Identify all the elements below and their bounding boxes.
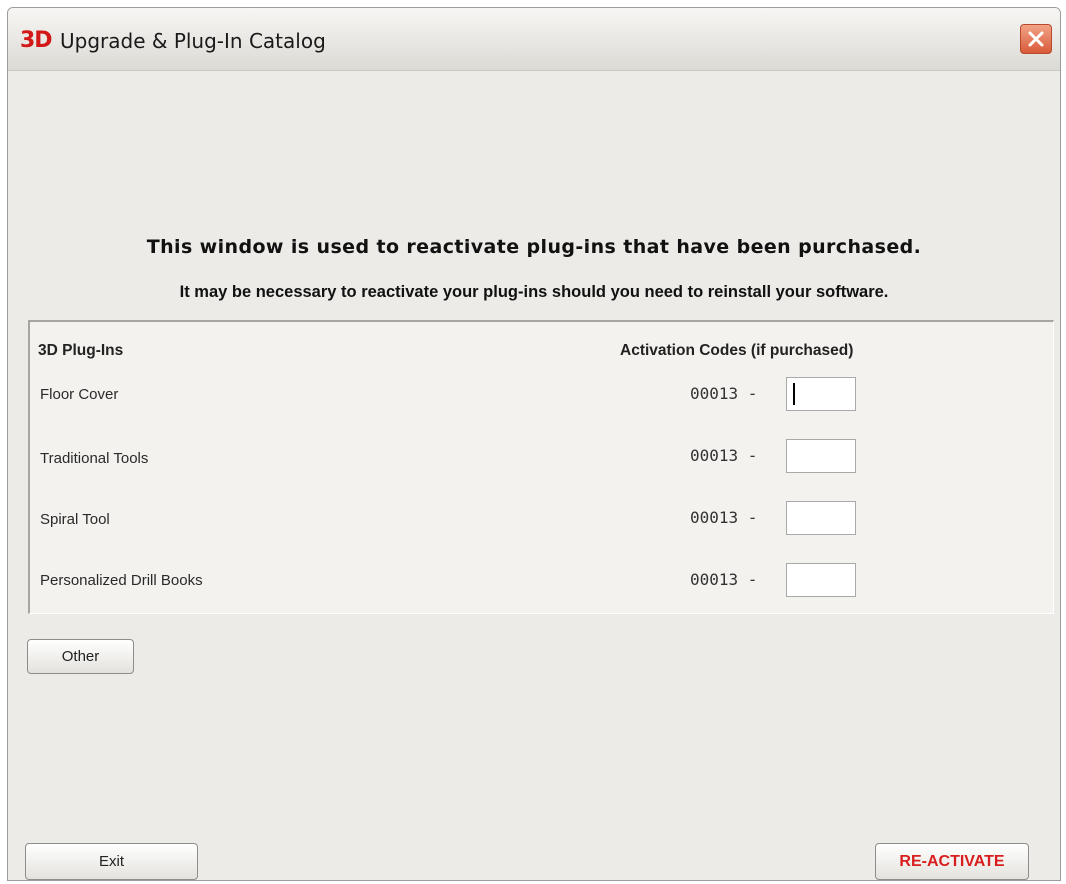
reactivate-button[interactable]: RE-ACTIVATE (875, 843, 1029, 880)
exit-button[interactable]: Exit (25, 843, 198, 880)
column-header-plugins: 3D Plug-Ins (38, 342, 124, 359)
plugins-panel: 3D Plug-Ins Activation Codes (if purchas… (28, 320, 1054, 614)
plugin-label-traditional-tools: Traditional Tools (40, 450, 149, 467)
title-bar[interactable]: 3D Upgrade & Plug-In Catalog (8, 8, 1060, 71)
plugin-label-personalized-drill-books: Personalized Drill Books (40, 572, 203, 589)
activation-code-input-floor-cover[interactable] (786, 377, 856, 411)
other-button[interactable]: Other (27, 639, 134, 674)
code-prefix: 00013 - (690, 508, 758, 527)
activation-code-input-spiral-tool[interactable] (786, 501, 856, 535)
plugin-label-floor-cover: Floor Cover (40, 386, 119, 403)
code-prefix: 00013 - (690, 570, 758, 589)
column-header-codes: Activation Codes (if purchased) (620, 342, 854, 359)
page-heading: This window is used to reactivate plug-i… (146, 236, 922, 258)
app-logo-icon: 3D (20, 28, 53, 53)
activation-code-input-personalized-drill-books[interactable] (786, 563, 856, 597)
text-caret (793, 383, 795, 405)
page-subheading: It may be necessary to reactivate your p… (179, 283, 889, 301)
plugin-label-spiral-tool: Spiral Tool (40, 511, 110, 528)
activation-code-input-traditional-tools[interactable] (786, 439, 856, 473)
window-title: Upgrade & Plug-In Catalog (60, 29, 326, 53)
close-button[interactable] (1020, 24, 1052, 54)
code-prefix: 00013 - (690, 384, 758, 403)
code-prefix: 00013 - (690, 446, 758, 465)
catalog-window: 3D Upgrade & Plug-In Catalog This window… (7, 7, 1061, 881)
close-icon (1028, 31, 1044, 47)
